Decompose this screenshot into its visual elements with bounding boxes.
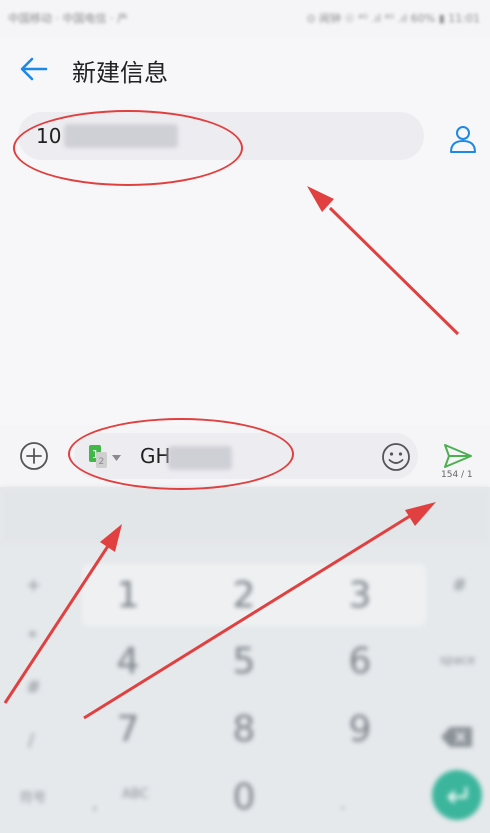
keyboard-suggestion-strip: [0, 487, 490, 545]
key-slash[interactable]: /: [28, 730, 34, 751]
key-abc[interactable]: ABC: [122, 787, 149, 802]
key-7[interactable]: 7: [88, 709, 168, 750]
key-4[interactable]: 4: [88, 641, 168, 682]
enter-icon: [447, 786, 468, 804]
app-header: 新建信息: [0, 38, 490, 100]
message-thread-area: [0, 170, 490, 425]
key-6[interactable]: 6: [320, 641, 400, 682]
key-space[interactable]: space: [440, 653, 475, 667]
key-5[interactable]: 5: [204, 641, 284, 682]
key-hash[interactable]: #: [26, 677, 41, 698]
key-0[interactable]: 0: [204, 777, 284, 818]
add-attachment-icon[interactable]: [18, 440, 50, 472]
back-arrow-icon[interactable]: [18, 55, 50, 83]
key-star[interactable]: *: [28, 627, 37, 648]
key-9[interactable]: 9: [320, 709, 400, 750]
key-8[interactable]: 8: [204, 709, 284, 750]
emoji-icon[interactable]: [380, 441, 412, 473]
key-1[interactable]: 1: [88, 575, 168, 616]
status-right: ⊙ 闹钟 ☉ ⁴ᴳ .ıl ⁴ᴳ .ıl 60% ▮ 11:01: [306, 12, 480, 25]
contact-picker-icon[interactable]: [446, 122, 480, 156]
backspace-icon[interactable]: [438, 723, 476, 751]
key-plus[interactable]: +: [26, 575, 41, 596]
key-2[interactable]: 2: [204, 575, 284, 616]
annotation-ellipse-message: [68, 418, 294, 490]
key-3[interactable]: 3: [320, 575, 400, 616]
send-icon[interactable]: [443, 443, 473, 469]
page-title: 新建信息: [72, 59, 168, 87]
key-period[interactable]: .: [340, 793, 346, 814]
key-hash-right[interactable]: #: [452, 575, 467, 596]
status-bar: 中国移动 · 中国电信 · 产 ⊙ 闹钟 ☉ ⁴ᴳ .ıl ⁴ᴳ .ıl 60%…: [0, 0, 490, 38]
status-left: 中国移动 · 中国电信 · 产: [8, 12, 128, 25]
annotation-ellipse-recipient: [13, 110, 243, 186]
key-symbol[interactable]: 符号: [20, 787, 46, 806]
character-counter: 154 / 1: [441, 470, 473, 480]
key-comma[interactable]: ,: [92, 793, 98, 814]
numeric-keyboard: 1 2 3 4 5 6 7 8 9 0 + * # / 符号 , ABC . #…: [0, 487, 490, 833]
